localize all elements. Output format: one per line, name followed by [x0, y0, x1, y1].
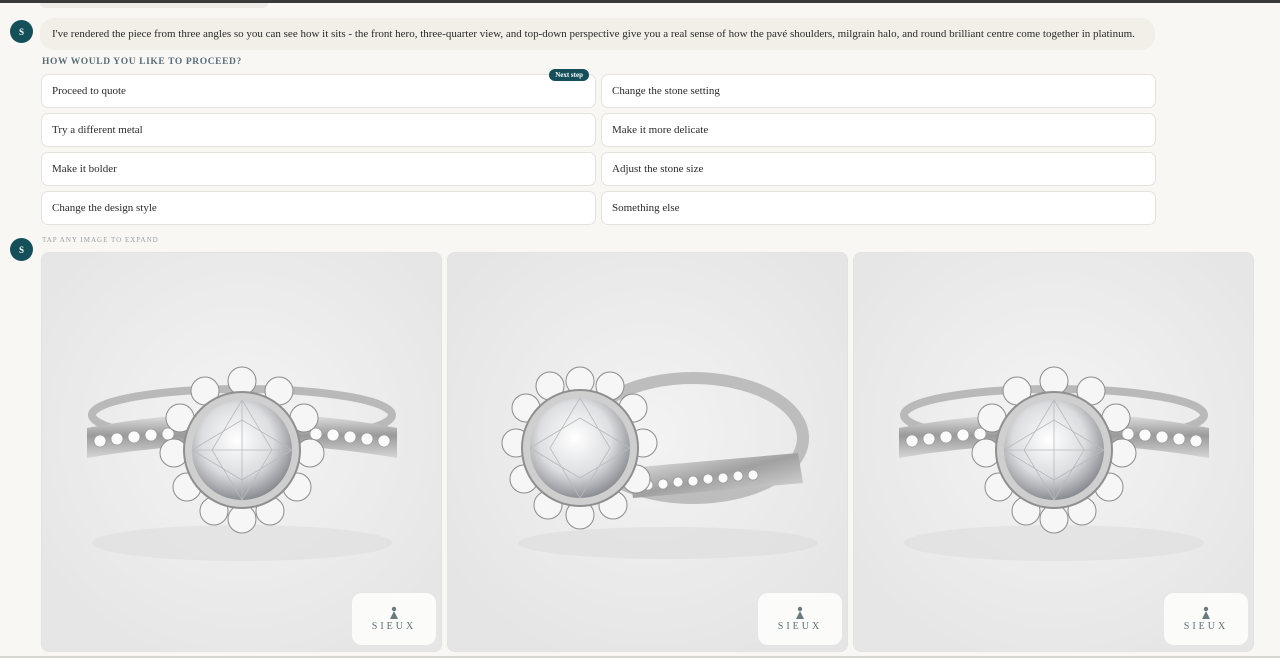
assistant-message-bubble: I've rendered the piece from three angle… — [40, 18, 1155, 50]
gallery-image-top-down[interactable]: SIEUX — [853, 252, 1254, 652]
assistant-message-text: I've rendered the piece from three angle… — [52, 28, 1135, 40]
assistant-avatar: S — [10, 20, 33, 43]
option-label: Adjust the stone size — [612, 163, 704, 175]
option-make-bolder[interactable]: Make it bolder — [41, 152, 596, 186]
brand-logo-card: SIEUX — [352, 593, 436, 645]
option-label: Make it bolder — [52, 163, 117, 175]
gallery-image-three-quarter[interactable]: SIEUX — [447, 252, 848, 652]
option-change-design-style[interactable]: Change the design style — [41, 191, 596, 225]
option-label: Change the stone setting — [612, 85, 720, 97]
brand-logo-card: SIEUX — [758, 593, 842, 645]
next-step-badge: Next step — [549, 69, 589, 81]
option-adjust-stone-size[interactable]: Adjust the stone size — [601, 152, 1156, 186]
option-proceed-to-quote[interactable]: Proceed to quote Next step — [41, 69, 596, 108]
option-label: Try a different metal — [52, 124, 143, 136]
option-something-else[interactable]: Something else — [601, 191, 1156, 225]
option-label: Something else — [612, 202, 680, 214]
gallery-hint: TAP ANY IMAGE TO EXPAND — [42, 236, 159, 244]
brand-figure-icon — [1202, 606, 1210, 619]
brand-figure-icon — [796, 606, 804, 619]
brand-logo-card: SIEUX — [1164, 593, 1248, 645]
brand-logo-text: SIEUX — [371, 621, 417, 632]
option-label: Make it more delicate — [612, 124, 709, 136]
option-change-stone-setting[interactable]: Change the stone setting — [601, 74, 1156, 108]
brand-logo-text: SIEUX — [777, 621, 823, 632]
gallery-image-front[interactable]: SIEUX — [41, 252, 442, 652]
option-label: Change the design style — [52, 202, 157, 214]
option-label: Proceed to quote — [52, 85, 126, 97]
option-try-different-metal[interactable]: Try a different metal — [41, 113, 596, 147]
option-make-more-delicate[interactable]: Make it more delicate — [601, 113, 1156, 147]
proceed-section-label: HOW WOULD YOU LIKE TO PROCEED? — [42, 57, 242, 67]
previous-message-edge — [40, 3, 268, 8]
brand-figure-icon — [390, 606, 398, 619]
assistant-avatar: S — [10, 238, 33, 261]
brand-logo-text: SIEUX — [1183, 621, 1229, 632]
